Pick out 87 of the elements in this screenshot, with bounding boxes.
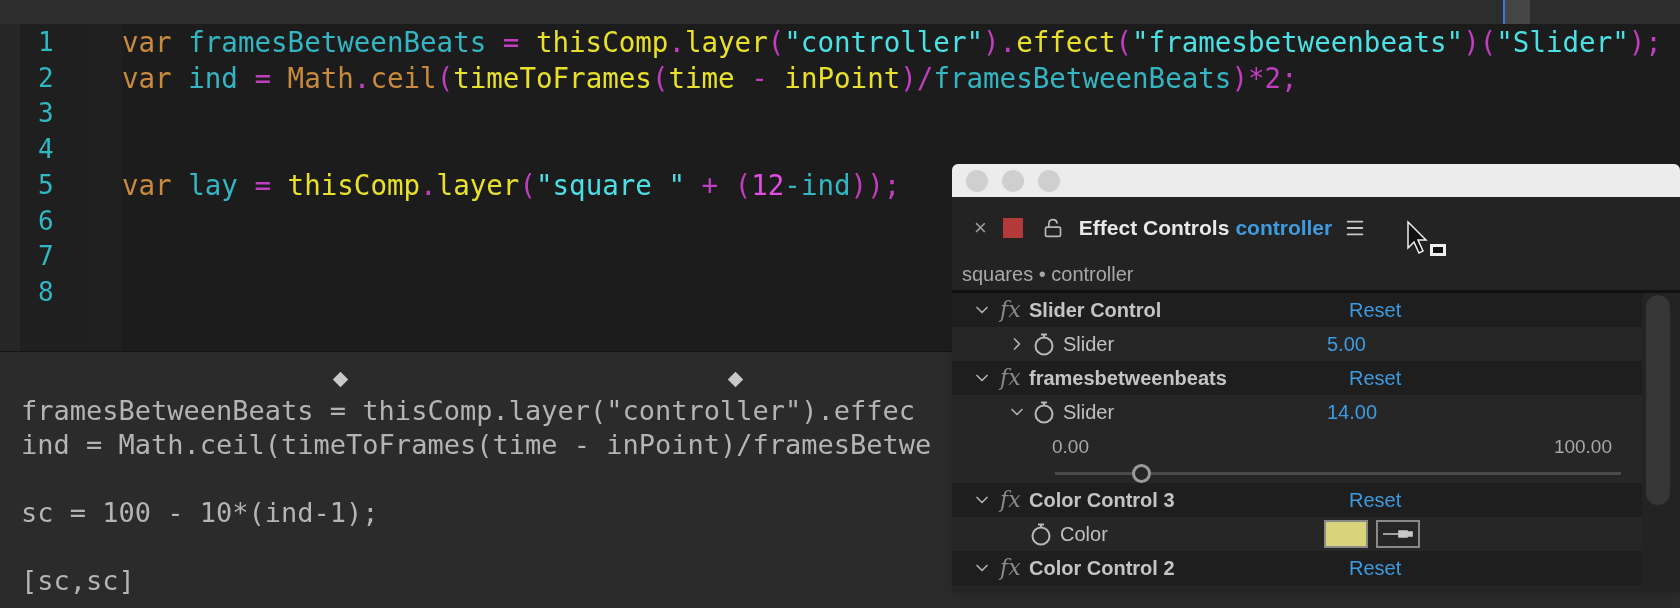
effect-name: framesbetweenbeats [1029,366,1228,391]
param-label: Slider [1063,332,1116,357]
code-token: . [668,25,685,60]
fx-label: fx [1000,299,1022,321]
code-token: . [353,60,371,96]
slider-min-label: 0.00 [1052,435,1089,459]
line-number: 8 [38,275,54,309]
param-value[interactable]: 14.00 [1327,397,1378,427]
reset-link[interactable]: Reset [1349,295,1402,325]
param-label: Slider [1063,400,1116,425]
code-token: ( [436,60,454,96]
color-swatch[interactable] [1324,520,1368,548]
line-number: 1 [38,26,54,59]
reset-link[interactable]: Reset [1349,553,1402,583]
code-token: layer [684,25,768,60]
code-token: ); [1628,25,1662,60]
code-token: framesBetweenBeats [933,60,1232,96]
code-token: "framesbetweenbeats" [1132,25,1464,60]
code-token: var [122,60,173,96]
output-line: framesBetweenBeats = thisComp.layer("controller").effec [21,395,916,426]
code-token: )/ [900,60,934,96]
line-number: 6 [38,204,54,238]
stopwatch-icon[interactable] [1033,400,1055,424]
code-token: effect [1016,25,1116,60]
code-token: + ( [700,167,752,203]
slider-max-label: 100.00 [1553,435,1612,459]
code-token: ( [519,167,536,203]
code-token: = [254,60,273,96]
param-value[interactable]: 5.00 [1327,329,1366,359]
panel-title: Effect Controls [1078,214,1230,241]
line-number: 7 [38,240,54,274]
param-label: Color [1060,522,1109,547]
code-token: ). [983,25,1017,60]
stopwatch-icon[interactable] [1030,522,1052,546]
slider-thumb[interactable] [1131,463,1151,483]
fx-label: fx [1000,367,1022,389]
effect-name: Color Control 3 [1029,488,1176,513]
code-token: ( [1115,25,1133,60]
code-token: )*2; [1231,60,1298,96]
layer-color-icon [1002,217,1023,238]
fx-label: fx [1000,557,1022,579]
code-token: "controller" [784,25,983,60]
line-number: 3 [38,97,54,131]
reset-link[interactable]: Reset [1349,485,1402,515]
code-token: = [254,167,273,203]
stopwatch-icon[interactable] [1033,332,1055,356]
code-token: "Slider" [1496,25,1629,60]
close-button[interactable]: × [974,216,987,239]
code-token: timeToFrames [453,60,652,96]
code-token: time [668,60,736,96]
code-token: "square " [535,167,685,203]
code-token: thisComp [535,25,669,60]
code-token: inPoint [784,60,901,96]
lock-icon[interactable] [1042,217,1063,238]
reset-link[interactable]: Reset [1349,363,1402,393]
code-token: ceil [370,60,437,96]
code-token: - [751,60,769,96]
code-token: ind [188,60,239,96]
code-token: = [502,25,521,60]
output-line: [sc,sc] [21,565,135,596]
code-token: . [420,167,437,203]
line-number: 2 [38,61,54,95]
code-token: )); [850,167,901,203]
breadcrumb: squares • controller [962,262,1134,287]
output-line: ind = Math.ceil(timeToFrames(time - inPoint)/framesBetwe [21,429,932,460]
effect-name: Slider Control [1029,298,1163,323]
code-token: framesBetweenBeats [188,25,488,60]
code-token: lay [188,167,239,203]
code-token: 12 [751,167,785,203]
code-token: layer [436,167,520,203]
effect-name: Color Control 2 [1029,556,1176,581]
scroll-marker [1503,0,1530,24]
fx-label: fx [1000,489,1022,511]
line-number: 5 [38,168,54,202]
code-token: ( [651,60,669,96]
eyedropper-icon [1382,528,1414,540]
line-number: 4 [38,133,54,167]
layer-name-link[interactable]: controller [1235,211,1333,244]
code-token: var [122,25,173,60]
code-token: thisComp [287,167,421,203]
code-token: )( [1463,25,1497,60]
eyedropper-button[interactable] [1376,520,1420,548]
code-token: var [122,167,173,203]
code-token: -ind [784,167,851,203]
code-token: ( [767,25,785,60]
code-token: Math [287,60,354,96]
output-line: sc = 100 - 10*(ind-1); [21,497,379,528]
